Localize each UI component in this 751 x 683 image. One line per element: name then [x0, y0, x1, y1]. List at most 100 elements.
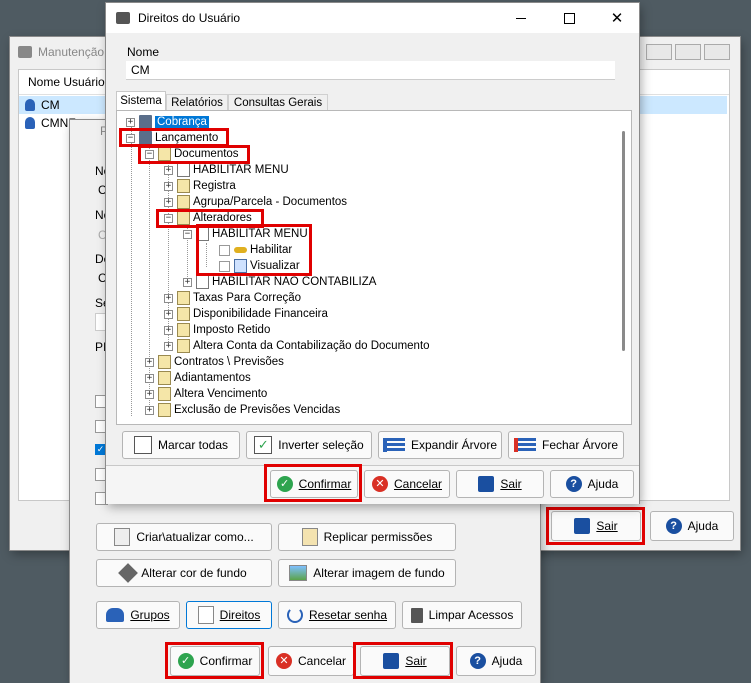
cancel-icon: ✕: [275, 653, 292, 669]
expand-icon[interactable]: +: [145, 389, 154, 399]
expand-icon[interactable]: +: [145, 373, 154, 383]
ajuda-button[interactable]: ? Ajuda: [550, 470, 634, 498]
close-button[interactable]: [704, 44, 730, 60]
permission-checkbox[interactable]: [219, 244, 230, 256]
fechar-arvore-button[interactable]: Fechar Árvore: [508, 431, 624, 459]
expand-icon[interactable]: +: [164, 197, 173, 207]
user-icon: [25, 117, 35, 129]
tree-node-agrupa[interactable]: + Agrupa/Parcela - Documentos: [164, 194, 347, 210]
tab-consultas[interactable]: Consultas Gerais: [228, 94, 328, 111]
mid-confirmar-button[interactable]: ✓ Confirmar: [170, 646, 260, 676]
expand-icon[interactable]: +: [164, 293, 173, 303]
expandir-arvore-button[interactable]: Expandir Árvore: [378, 431, 502, 459]
edit-document-icon: [196, 227, 209, 241]
tree-node-cobranca[interactable]: + Cobrança: [126, 114, 209, 130]
criar-atualizar-button[interactable]: Criar\atualizar como...: [96, 523, 272, 551]
minimize-button[interactable]: [507, 9, 535, 27]
expand-icon[interactable]: +: [145, 357, 154, 367]
scrollbar-thumb[interactable]: [622, 131, 625, 351]
tree-node-label: Documentos: [174, 148, 239, 160]
sair-button[interactable]: Sair: [456, 470, 544, 498]
collapse-icon[interactable]: −: [126, 133, 135, 143]
minimize-button[interactable]: [646, 44, 672, 60]
group-icon: [106, 608, 125, 622]
tree-node-habilitar-menu-2[interactable]: − HABILITAR MENU: [183, 226, 308, 242]
tree-node-contratos[interactable]: + Contratos \ Previsões: [145, 354, 284, 370]
document-icon: [158, 387, 171, 401]
expand-icon[interactable]: +: [164, 309, 173, 319]
tree-node-visualizar[interactable]: Visualizar: [219, 258, 300, 274]
mid-ajuda-button[interactable]: ? Ajuda: [456, 646, 536, 676]
exit-icon: [574, 518, 591, 534]
tree-node-imposto[interactable]: + Imposto Retido: [164, 322, 270, 338]
tree-node-label: Visualizar: [250, 260, 300, 272]
replicate-icon: [301, 528, 318, 546]
bg-sair-button[interactable]: Sair: [551, 511, 641, 541]
close-icon: ✕: [610, 10, 624, 27]
tree-node-disponibilidade[interactable]: + Disponibilidade Financeira: [164, 306, 328, 322]
maximize-icon: [563, 12, 575, 24]
tree-node-adiantamentos[interactable]: + Adiantamentos: [145, 370, 251, 386]
tree-node-registra[interactable]: + Registra: [164, 178, 236, 194]
tree-node-altera-vencimento[interactable]: + Altera Vencimento: [145, 386, 267, 402]
checkbox-check-icon: ✓: [254, 436, 273, 454]
tab-relatorios[interactable]: Relatórios: [166, 94, 228, 111]
tree-node-documentos[interactable]: − Documentos: [145, 146, 239, 162]
marcar-todas-button[interactable]: Marcar todas: [122, 431, 240, 459]
alterar-cor-button[interactable]: Alterar cor de fundo: [96, 559, 272, 587]
document-icon: [177, 195, 190, 209]
expand-icon[interactable]: +: [164, 325, 173, 335]
alterar-imagem-button[interactable]: Alterar imagem de fundo: [278, 559, 456, 587]
user-name: CM: [41, 98, 60, 112]
replicar-permissoes-button[interactable]: Replicar permissões: [278, 523, 456, 551]
tab-sistema[interactable]: Sistema: [116, 91, 166, 111]
paint-bucket-icon: [118, 563, 139, 583]
expand-icon[interactable]: +: [183, 277, 192, 287]
checkbox-checked[interactable]: ✓: [95, 444, 106, 455]
user-icon: [25, 99, 35, 111]
tree-node-alteradores[interactable]: − Alteradores: [164, 210, 252, 226]
tree-node-lancamento[interactable]: − Lançamento: [126, 130, 218, 146]
app-icon: [116, 12, 130, 24]
cancelar-button[interactable]: ✕ Cancelar: [364, 470, 450, 498]
permission-checkbox[interactable]: [219, 260, 230, 272]
close-button[interactable]: ✕: [603, 9, 631, 27]
tree-node-taxas[interactable]: + Taxas Para Correção: [164, 290, 301, 306]
maximize-button[interactable]: [555, 9, 583, 27]
tree-node-label: Exclusão de Previsões Vencidas: [174, 404, 341, 416]
key-icon: [234, 247, 247, 253]
tree-node-habilitar-nao-contabiliza[interactable]: + HABILITAR NÃO CONTABILIZA: [183, 274, 376, 290]
tree-node-label: Adiantamentos: [174, 372, 251, 384]
document-icon: [177, 211, 190, 225]
expand-icon[interactable]: +: [126, 117, 135, 127]
name-field[interactable]: CM: [126, 61, 615, 80]
limpar-acessos-button[interactable]: Limpar Acessos: [402, 601, 522, 629]
tree-node-habilitar[interactable]: Habilitar: [219, 242, 292, 258]
bg-ajuda-button[interactable]: ? Ajuda: [650, 511, 734, 541]
expand-icon[interactable]: +: [164, 165, 173, 175]
document-icon: [177, 179, 190, 193]
collapse-icon[interactable]: −: [164, 213, 173, 223]
computer-icon: [139, 131, 152, 145]
grupos-button[interactable]: Grupos: [96, 601, 180, 629]
mid-sair-button[interactable]: Sair: [360, 646, 450, 676]
expand-icon[interactable]: +: [164, 181, 173, 191]
resetar-senha-button[interactable]: Resetar senha: [278, 601, 396, 629]
tree-node-label: Altera Vencimento: [174, 388, 268, 400]
tree-node-label: Contratos \ Previsões: [174, 356, 284, 368]
tree-node-altera-conta[interactable]: + Altera Conta da Contabilização do Docu…: [164, 338, 430, 354]
permission-tree[interactable]: + Cobrança − Lançamento − Documentos + H…: [116, 110, 632, 425]
tree-node-habilitar-menu[interactable]: + HABILITAR MENU: [164, 162, 289, 178]
tree-node-label: Taxas Para Correção: [193, 292, 302, 304]
tree-node-exclusao[interactable]: + Exclusão de Previsões Vencidas: [145, 402, 340, 418]
mid-cancelar-button[interactable]: ✕ Cancelar: [268, 646, 354, 676]
inverter-selecao-button[interactable]: ✓ Inverter seleção: [246, 431, 372, 459]
collapse-icon[interactable]: −: [183, 229, 192, 239]
collapse-icon[interactable]: −: [145, 149, 154, 159]
expand-icon[interactable]: +: [145, 405, 154, 415]
expand-icon[interactable]: +: [164, 341, 173, 351]
confirmar-button[interactable]: ✓ Confirmar: [270, 470, 358, 498]
tree-scrollbar[interactable]: [617, 111, 631, 422]
direitos-button[interactable]: Direitos: [186, 601, 272, 629]
maximize-button[interactable]: [675, 44, 701, 60]
